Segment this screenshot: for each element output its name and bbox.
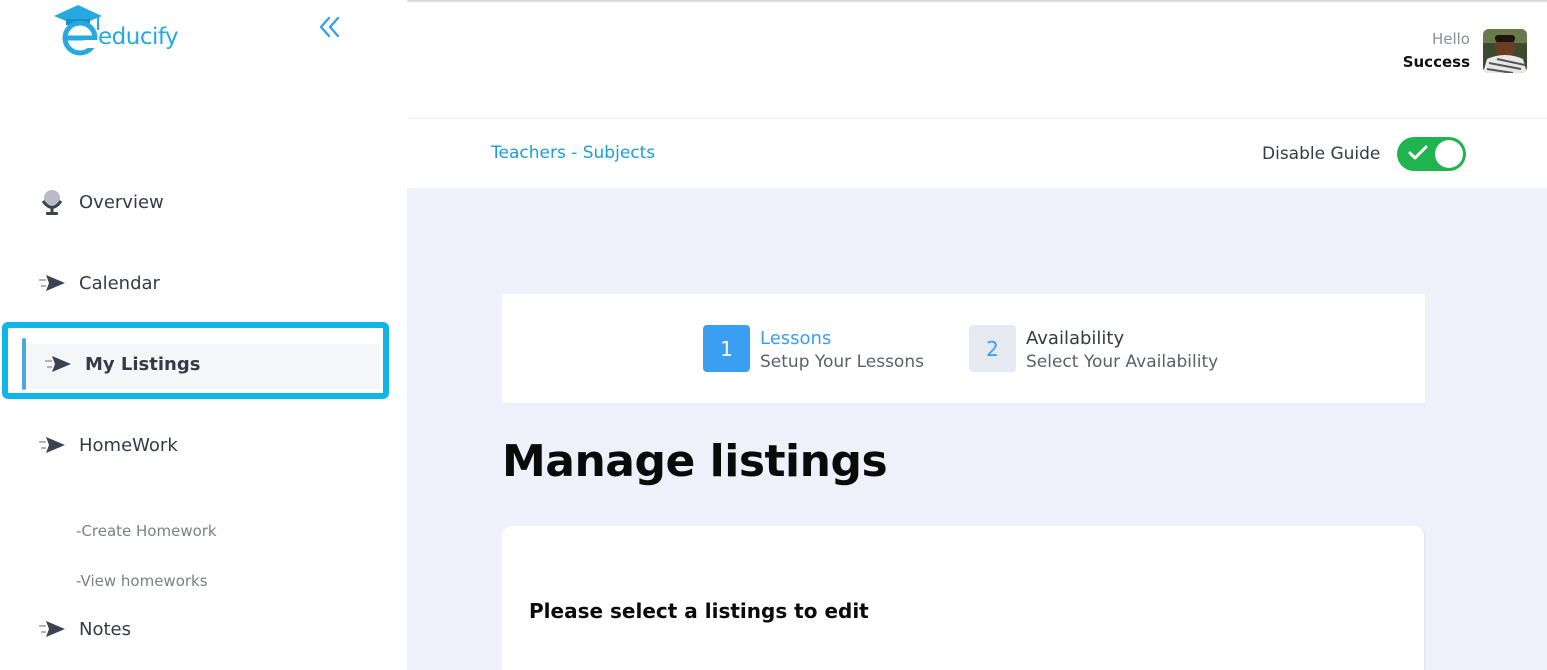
sidebar-subitem-create-homework[interactable]: -Create Homework — [76, 522, 217, 540]
logo-text: educify — [98, 24, 179, 50]
send-icon — [36, 616, 68, 642]
breadcrumb-bar: Teachers - Subjects Disable Guide — [407, 118, 1547, 188]
disable-guide-label: Disable Guide — [1262, 144, 1381, 164]
chevrons-left-icon — [319, 16, 340, 38]
collapse-sidebar-button[interactable] — [316, 14, 344, 40]
step-title: Availability — [1026, 328, 1125, 349]
step-text: Lessons Setup Your Lessons — [760, 325, 924, 373]
breadcrumb[interactable]: Teachers - Subjects — [491, 143, 655, 163]
sidebar-item-label: Overview — [79, 191, 164, 213]
sidebar-item-label: HomeWork — [79, 434, 178, 456]
check-icon — [1408, 145, 1428, 160]
sidebar-item-calendar[interactable]: Calendar — [36, 263, 160, 303]
avatar[interactable] — [1483, 29, 1527, 73]
send-icon — [42, 351, 74, 377]
active-item-indicator — [22, 338, 26, 390]
step-subtitle: Select Your Availability — [1026, 352, 1219, 372]
sidebar-item-label: Calendar — [79, 272, 160, 294]
step-text: Availability Select Your Availability — [1026, 325, 1218, 373]
greeting-text: Hello — [1431, 30, 1470, 48]
main-content: 1 Lessons Setup Your Lessons 2 Availabil… — [407, 188, 1547, 670]
username-text: Success — [1402, 53, 1470, 71]
sidebar-item-my-listings[interactable]: My Listings — [42, 344, 200, 384]
microphone-icon — [36, 189, 68, 215]
sidebar-item-homework[interactable]: HomeWork — [36, 425, 178, 465]
stepper-card: 1 Lessons Setup Your Lessons 2 Availabil… — [502, 294, 1425, 403]
page-title: Manage listings — [502, 436, 888, 487]
send-icon — [36, 270, 68, 296]
sidebar-item-label: Notes — [79, 618, 131, 640]
listings-card: Please select a listings to edit — [502, 526, 1425, 670]
step-number: 1 — [703, 325, 750, 372]
sidebar-item-notes[interactable]: Notes — [36, 609, 131, 649]
send-icon — [36, 432, 68, 458]
step-availability[interactable]: 2 Availability Select Your Availability — [969, 325, 1218, 373]
disable-guide-toggle[interactable] — [1397, 137, 1466, 171]
app-root: educify Overview Calendar My Listings Ho… — [0, 0, 1547, 670]
sidebar-subitem-view-homeworks[interactable]: -View homeworks — [76, 572, 208, 590]
toggle-knob — [1435, 140, 1463, 168]
step-title: Lessons — [760, 328, 832, 349]
user-avatar-image — [1483, 29, 1527, 73]
step-subtitle: Setup Your Lessons — [760, 352, 924, 372]
sidebar: educify Overview Calendar My Listings Ho… — [0, 0, 407, 670]
step-lessons[interactable]: 1 Lessons Setup Your Lessons — [703, 325, 924, 373]
step-number: 2 — [969, 325, 1016, 372]
sidebar-item-overview[interactable]: Overview — [36, 182, 164, 222]
educify-logo[interactable]: educify — [50, 2, 190, 56]
listings-prompt: Please select a listings to edit — [529, 599, 869, 623]
sidebar-item-label: My Listings — [85, 353, 201, 375]
